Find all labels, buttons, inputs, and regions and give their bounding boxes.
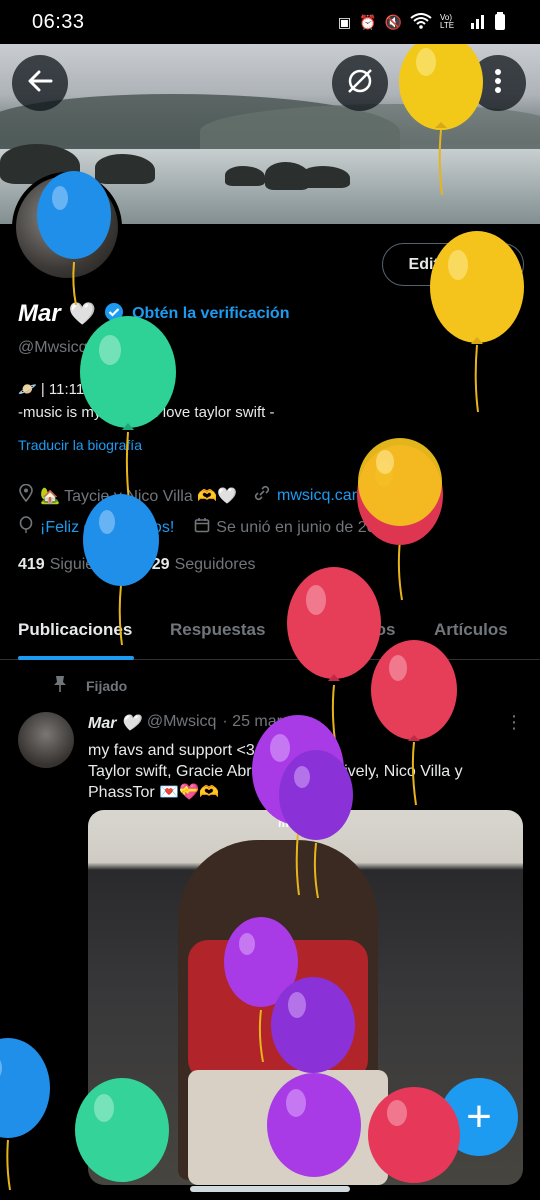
tab-publicaciones[interactable]: Publicaciones — [18, 620, 132, 640]
tab-respuestas[interactable]: Respuestas — [170, 620, 265, 640]
pinned-label: Fijado — [52, 675, 127, 696]
link-icon — [253, 484, 271, 507]
sim-icon: ▣ — [337, 13, 352, 30]
search-button[interactable] — [400, 55, 456, 111]
status-bar: 06:33 ▣ ⏰ 🔇 Vo) LTE — [0, 0, 540, 44]
wifi-icon — [410, 12, 432, 32]
bio-line-1: 🪐 | 11:11 ✨ — [18, 381, 108, 398]
balloon — [358, 438, 442, 526]
profile-avatar[interactable] — [12, 172, 122, 282]
joined-date: Se unió en junio de 2020 — [216, 518, 394, 536]
plus-icon: + — [466, 1092, 492, 1141]
grok-button[interactable] — [332, 55, 388, 111]
volte-icon: Vo) LTE — [440, 13, 455, 30]
more-vertical-icon — [494, 68, 502, 99]
signal-icon — [470, 13, 486, 32]
meta-row-1: 🏡 Taycie y Nico Villa 🫶🤍 mwsicq.carrd.co — [18, 483, 393, 507]
followers-count: 429 — [142, 556, 170, 573]
name-row: Mar 🤍 Obtén la verificación — [18, 300, 289, 328]
more-button[interactable] — [470, 55, 526, 111]
location-text: 🏡 Taycie y Nico Villa 🫶🤍 — [40, 487, 238, 505]
media-watermark: mwsicq — [278, 816, 323, 830]
post-header: Mar 🤍 @Mwsicq · 25 mar — [88, 713, 282, 733]
slash-circle-icon — [345, 66, 375, 101]
post-date[interactable]: · 25 mar — [222, 713, 282, 733]
post-avatar[interactable] — [18, 712, 74, 768]
profile-tabs: Publicaciones Respuestas Destacados Artí… — [0, 600, 540, 660]
compose-button[interactable]: + — [440, 1078, 518, 1156]
post-author-name[interactable]: Mar 🤍 — [88, 713, 141, 733]
following-stat[interactable]: 419 Siguiendo — [18, 556, 121, 574]
status-icons: ▣ ⏰ 🔇 Vo) LTE — [337, 11, 506, 33]
follow-stats: 419 Siguiendo 429 Seguidores — [18, 556, 256, 574]
get-verified-link[interactable]: Obtén la verificación — [132, 305, 289, 323]
arrow-left-icon — [27, 70, 53, 97]
balloon — [0, 1038, 50, 1191]
back-button[interactable] — [12, 55, 68, 111]
birthday-link[interactable]: ¡Feliz cumpleaños! — [40, 519, 174, 537]
website-link[interactable]: mwsicq.carrd.co — [277, 487, 393, 505]
mute-icon: 🔇 — [384, 13, 402, 30]
meta-row-2: ¡Feliz cumpleaños! Se unió en junio de 2… — [18, 516, 393, 539]
active-tab-indicator — [18, 656, 134, 660]
balloon-icon — [18, 516, 34, 539]
alarm-icon: ⏰ — [359, 13, 377, 30]
bio-line-2: -music is my therapy. love taylor swift … — [18, 404, 275, 421]
battery-icon — [494, 11, 506, 33]
edit-profile-button[interactable]: Editar perfil — [382, 243, 524, 286]
post-author-handle[interactable]: @Mwsicq — [147, 713, 217, 733]
post-more-icon[interactable]: ⋮ — [505, 712, 523, 733]
tab-destacados[interactable]: Destacados — [300, 620, 395, 640]
pin-icon — [52, 675, 68, 696]
followers-label: Seguidores — [174, 556, 256, 573]
tab-articulos[interactable]: Artículos — [434, 620, 508, 640]
status-time: 06:33 — [32, 10, 85, 33]
search-icon — [415, 68, 441, 99]
post-text: my favs and support <3 Taylor swift, Gra… — [88, 742, 463, 801]
location-pin-icon — [18, 483, 34, 507]
name-emoji: 🤍 — [68, 301, 97, 326]
gesture-nav-bar[interactable] — [190, 1186, 350, 1192]
following-count: 419 — [18, 556, 45, 573]
followers-stat[interactable]: 429 Seguidores — [143, 556, 256, 574]
following-label: Siguiendo — [49, 556, 121, 573]
profile-name: Mar — [18, 300, 61, 327]
pinned-text: Fijado — [86, 677, 128, 694]
verified-badge-icon[interactable] — [104, 302, 124, 327]
profile-handle: @Mwsicq — [18, 339, 88, 356]
translate-bio-link[interactable]: Traducir la biografía — [18, 437, 142, 453]
calendar-icon — [194, 517, 210, 538]
